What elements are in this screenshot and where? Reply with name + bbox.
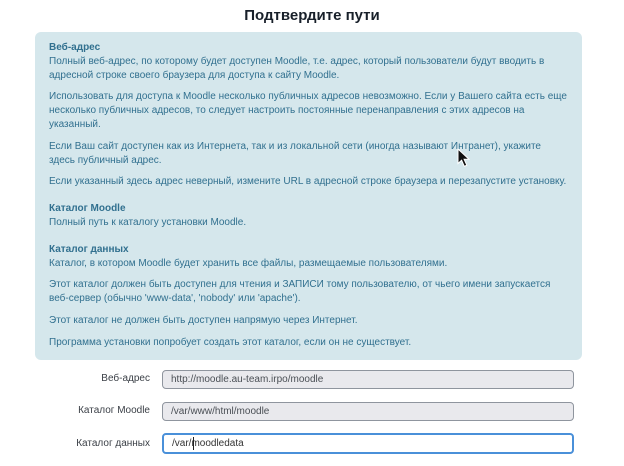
field-row-web-address: Веб-адрес (0, 369, 624, 389)
web-address-label: Веб-адрес (0, 373, 162, 384)
web-address-input[interactable] (162, 370, 574, 389)
paths-form: Веб-адрес Каталог Moodle Каталог данных (0, 369, 624, 454)
info-paragraph: Полный веб-адрес, по которому будет дост… (49, 55, 568, 83)
info-paragraph: Каталог, в котором Moodle будет хранить … (49, 257, 568, 271)
paths-info-box: Веб-адрес Полный веб-адрес, по которому … (35, 32, 582, 360)
data-directory-label: Каталог данных (0, 438, 162, 449)
info-paragraph: Программа установки попробует создать эт… (49, 336, 568, 350)
page-title: Подтвердите пути (0, 0, 624, 29)
info-paragraph: Полный путь к каталогу установки Moodle. (49, 216, 568, 230)
moodle-directory-input[interactable] (162, 402, 574, 421)
info-paragraph: Этот каталог должен быть доступен для чт… (49, 278, 568, 306)
install-confirm-paths-page: Подтвердите пути Веб-адрес Полный веб-ад… (0, 0, 624, 466)
field-row-data-directory: Каталог данных (0, 433, 624, 454)
field-row-moodle-directory: Каталог Moodle (0, 401, 624, 421)
info-paragraph: Если Ваш сайт доступен как из Интернета,… (49, 140, 568, 168)
data-directory-input[interactable] (162, 433, 574, 454)
info-paragraph: Этот каталог не должен быть доступен нап… (49, 314, 568, 328)
moodle-directory-label: Каталог Moodle (0, 405, 162, 416)
info-heading-moodle-directory: Каталог Moodle (49, 202, 568, 216)
info-paragraph: Если указанный здесь адрес неверный, изм… (49, 175, 568, 189)
info-heading-data-directory: Каталог данных (49, 243, 568, 257)
info-paragraph: Использовать для доступа к Moodle нескол… (49, 90, 568, 131)
info-heading-web-address: Веб-адрес (49, 41, 568, 55)
text-caret (193, 437, 194, 450)
